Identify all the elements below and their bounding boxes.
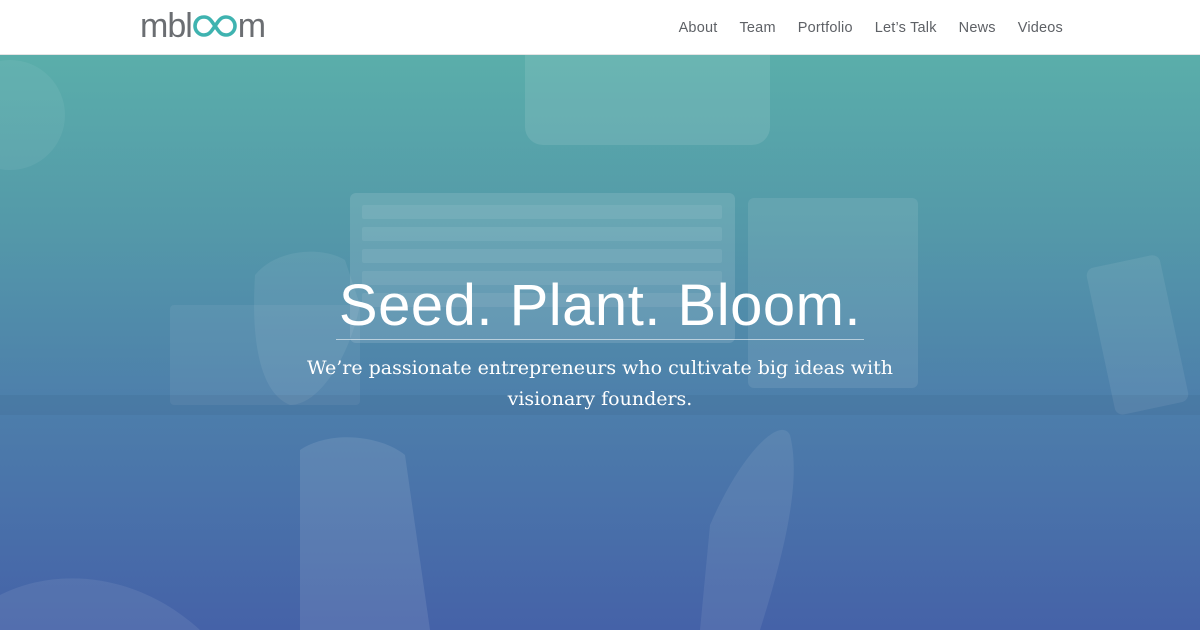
hero-section: Seed. Plant. Bloom. We’re passionate ent…	[0, 55, 1200, 630]
mbloom-logo[interactable]: mbl m	[140, 7, 266, 45]
hero-background-image	[0, 55, 1200, 630]
nav-link-lets-talk[interactable]: Let’s Talk	[875, 20, 937, 36]
logo-infinity-oo-icon	[192, 15, 237, 37]
top-navigation-bar: mbl m About Team Portfolio Let’s Talk Ne…	[0, 0, 1200, 55]
hero-subheadline: We’re passionate entrepreneurs who culti…	[306, 357, 894, 410]
nav-link-videos[interactable]: Videos	[1018, 20, 1063, 36]
nav-link-about[interactable]: About	[679, 20, 718, 36]
hero-headline: Seed. Plant. Bloom.	[0, 273, 1200, 340]
nav-link-portfolio[interactable]: Portfolio	[798, 20, 853, 36]
logo-text-prefix: mbl	[140, 7, 193, 45]
nav-link-news[interactable]: News	[959, 20, 996, 36]
nav-link-team[interactable]: Team	[739, 20, 775, 36]
main-nav: About Team Portfolio Let’s Talk News Vid…	[679, 0, 1063, 55]
logo-text-suffix: m	[237, 7, 266, 45]
hero-headline-text: Seed. Plant. Bloom.	[335, 273, 865, 340]
